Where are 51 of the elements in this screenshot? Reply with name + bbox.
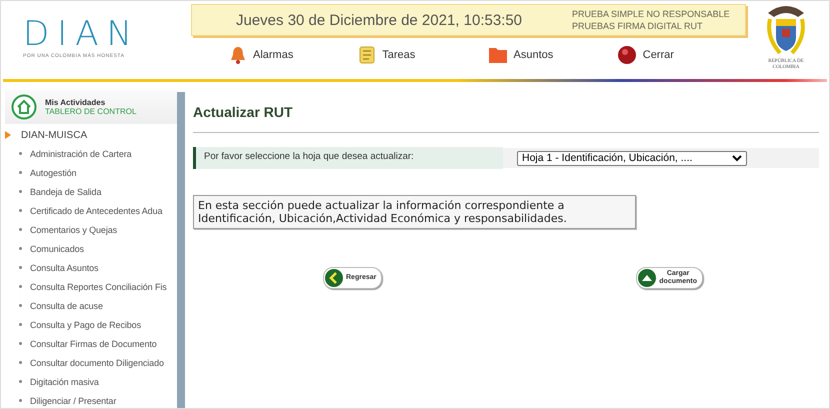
bullet-icon [19,190,22,193]
bullet-icon [19,304,22,307]
menu-link[interactable]: Digitación masiva [30,376,99,386]
folder-icon [488,46,508,64]
bullet-icon [19,266,22,269]
page-title: Actualizar RUT [193,104,294,120]
sheet-dropdown[interactable]: Hoja 1 - Identificación, Ubicación, .... [517,150,747,166]
nav-link[interactable]: Cerrar [616,45,746,65]
sidebar-subtitle: TABLERO DE CONTROL [45,107,136,116]
bullet-icon [19,247,22,250]
bullet-icon [19,152,22,155]
bullet-icon [19,342,22,345]
scrollbar[interactable] [177,92,185,408]
bullet-icon [19,323,22,326]
bullet-icon [19,380,22,383]
menu-link[interactable]: Comunicados [30,244,84,254]
menu-link[interactable]: Diligenciar / Presentar [30,396,116,406]
bullet-icon [19,285,22,288]
sidebar-title: Mis Actividades [45,98,106,107]
form-label: Por favor seleccione la hoja que desea actualizar: [193,147,503,169]
menu-link[interactable]: Comentarios y Quejas [30,224,118,234]
upload-icon [638,269,656,287]
menu-link[interactable]: Consultar Firmas de Documento [30,338,157,348]
menu-link[interactable]: Autogestión [30,168,76,178]
bullet-icon [19,361,22,364]
menu-link[interactable]: Consulta Asuntos [30,262,98,272]
bullet-icon [19,399,22,402]
info-box: En esta sección puede actualizar la información correspondiente a Identificación, Ubicación,Actividad Económica y responsabilidades. [193,195,636,229]
bullet-icon [19,171,22,174]
bullet-icon [19,228,22,231]
bullet-icon [19,209,22,212]
nav-link[interactable]: Alarmas [229,46,358,64]
date-time: Jueves 30 de Diciembre de 2021, 10:53:50 [236,12,522,28]
menu-link[interactable]: Consulta y Pago de Recibos [30,320,141,330]
menu-link[interactable]: Bandeja de Salida [30,186,102,196]
tree-item[interactable]: DIAN-MUISCA [21,130,88,140]
bell-icon [229,46,247,64]
menu-link[interactable]: Administración de Cartera [30,148,132,158]
menu-link[interactable]: Consulta Reportes Conciliación Fis [30,282,167,292]
house-icon [11,94,37,120]
environment-note: PRUEBAS FIRMA DIGITAL RUT [572,20,704,32]
environment-note: PRUEBA SIMPLE NO RESPONSABLE [572,8,730,20]
nav-link[interactable]: Asuntos [488,46,617,64]
chevron-down-icon [732,154,742,162]
menu-link[interactable]: Consulta de acuse [30,300,103,310]
note-icon [358,46,376,64]
dian-logo-text: DIAN [23,17,140,51]
nav-link[interactable]: Tareas [358,46,488,64]
expand-arrow-icon[interactable] [5,131,11,139]
menu-link[interactable]: Consultar documento Diligenciado [30,358,164,368]
menu-link[interactable]: Certificado de Antecedentes Adua [30,206,162,216]
